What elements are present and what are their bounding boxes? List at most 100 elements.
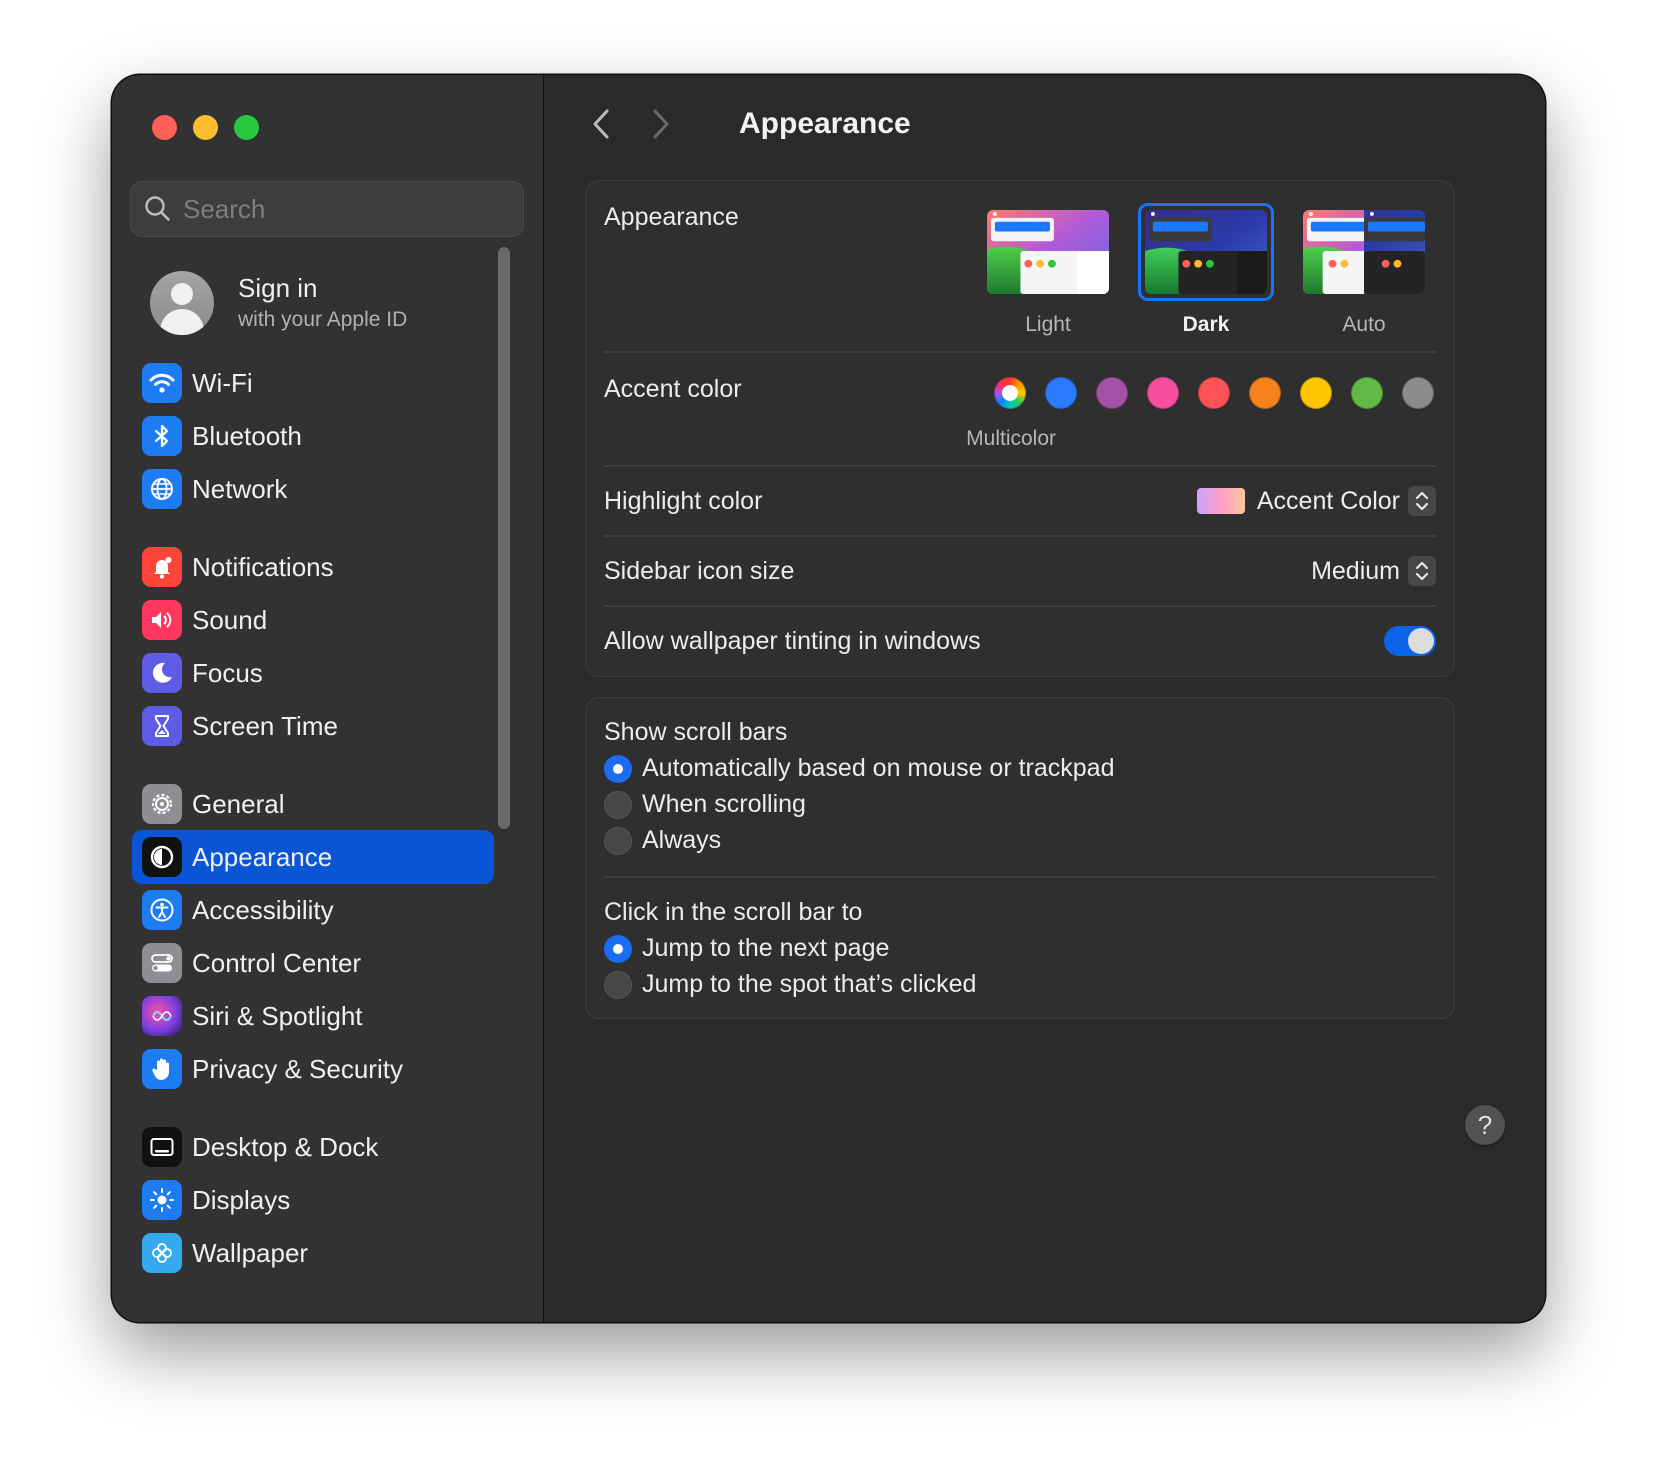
sidebar-item-label: Notifications (192, 551, 334, 582)
settings-window: Sign in with your Apple ID Wi-Fi Bluetoo… (112, 75, 1545, 1322)
dock-icon (142, 1127, 182, 1167)
bell-icon (142, 547, 182, 587)
accent-swatch-purple[interactable] (1096, 377, 1128, 409)
main-pane: Appearance Appearance Light Dark Auto Ac… (545, 75, 1545, 1322)
chevron-up-down-icon (1408, 486, 1436, 516)
search-input[interactable] (183, 193, 503, 225)
radio-button[interactable] (604, 790, 632, 819)
sidebar-item-notifications[interactable]: Notifications (132, 540, 494, 594)
sidebar-item-label: Accessibility (192, 894, 334, 925)
radio-button[interactable] (604, 934, 632, 963)
radio-label: Automatically based on mouse or trackpad (642, 754, 1115, 782)
sidebar-item-general[interactable]: General (132, 777, 494, 831)
sidebar-scrollbar[interactable] (498, 247, 510, 829)
accent-swatch-graphite[interactable] (1402, 377, 1434, 409)
radio-scroll-automatic[interactable]: Automatically based on mouse or trackpad (604, 754, 1114, 783)
appearance-option-dark[interactable]: Dark (1138, 203, 1274, 337)
apple-id-account[interactable]: Sign in with your Apple ID (150, 271, 407, 335)
wallpaper-tinting-toggle[interactable] (1384, 626, 1436, 656)
radio-button[interactable] (604, 826, 632, 855)
highlight-color-preview (1196, 488, 1245, 514)
accent-swatch-multicolor[interactable] (994, 377, 1026, 409)
accent-swatch-pink[interactable] (1147, 377, 1179, 409)
appearance-option-light[interactable]: Light (980, 203, 1116, 337)
sidebar-item-label: Network (192, 473, 288, 504)
chevron-up-down-icon (1408, 556, 1436, 586)
help-button[interactable]: ? (1465, 1105, 1505, 1145)
appearance-options: Light Dark Auto (980, 203, 1432, 337)
accessibility-icon (142, 890, 182, 930)
sidebar-item-accessibility[interactable]: Accessibility (132, 883, 494, 937)
sidebar-item-displays[interactable]: Displays (132, 1173, 494, 1227)
dark-preview-image (1145, 210, 1267, 294)
minimize-button[interactable] (193, 115, 218, 140)
sidebar-item-desktop-dock[interactable]: Desktop & Dock (132, 1120, 494, 1174)
sidebar-item-label: Appearance (192, 841, 333, 872)
radio-scroll-always[interactable]: Always (604, 826, 721, 855)
avatar (150, 271, 214, 335)
back-button[interactable] (581, 104, 621, 144)
divider (604, 465, 1436, 467)
sidebar-item-label: Displays (192, 1184, 291, 1215)
sidebar-item-focus[interactable]: Focus (132, 646, 494, 700)
divider (604, 605, 1436, 607)
sidebar-item-siri-spotlight[interactable]: Siri & Spotlight (132, 989, 494, 1043)
forward-button[interactable] (641, 104, 681, 144)
sidebar-item-label: General (192, 788, 285, 819)
appearance-option-auto[interactable]: Auto (1296, 203, 1432, 337)
sidebar-item-label: Wi-Fi (192, 367, 253, 398)
radio-jump-next-page[interactable]: Jump to the next page (604, 934, 889, 963)
click-scroll-bar-title: Click in the scroll bar to (604, 898, 863, 926)
highlight-color-label: Highlight color (604, 487, 763, 515)
search-field[interactable] (130, 181, 524, 237)
close-button[interactable] (152, 115, 177, 140)
appearance-option-label: Auto (1342, 313, 1386, 336)
appearance-option-label: Light (1025, 313, 1071, 336)
appearance-icon (142, 837, 182, 877)
sidebar-item-wifi[interactable]: Wi-Fi (132, 356, 494, 410)
sidebar-item-screen-time[interactable]: Screen Time (132, 699, 494, 753)
light-preview-image (987, 210, 1109, 294)
sidebar-item-network[interactable]: Network (132, 462, 494, 516)
accent-color-swatches (994, 377, 1434, 409)
hand-icon (142, 1049, 182, 1089)
bluetooth-icon (142, 416, 182, 456)
speaker-icon (142, 600, 182, 640)
sidebar-item-control-center[interactable]: Control Center (132, 936, 494, 990)
auto-preview-image (1303, 210, 1425, 294)
accent-swatch-blue[interactable] (1045, 377, 1077, 409)
flower-icon (142, 1233, 182, 1273)
search-icon (145, 196, 170, 221)
accent-swatch-green[interactable] (1351, 377, 1383, 409)
wallpaper-tinting-row: Allow wallpaper tinting in windows (604, 621, 1436, 661)
radio-jump-to-spot[interactable]: Jump to the spot that’s clicked (604, 970, 976, 999)
appearance-settings-group: Appearance Light Dark Auto Accent color … (585, 180, 1455, 677)
accent-swatch-yellow[interactable] (1300, 377, 1332, 409)
sidebar-item-label: Focus (192, 657, 263, 688)
radio-label: Jump to the spot that’s clicked (642, 970, 977, 998)
sidebar-item-bluetooth[interactable]: Bluetooth (132, 409, 494, 463)
radio-button[interactable] (604, 754, 632, 783)
accent-color-label: Accent color (604, 375, 742, 403)
radio-label: Always (642, 826, 722, 854)
sidebar-item-sound[interactable]: Sound (132, 593, 494, 647)
highlight-color-popup[interactable]: Accent Color (1196, 486, 1436, 516)
sidebar-item-label: Siri & Spotlight (192, 1000, 363, 1031)
sidebar-icon-size-popup[interactable]: Medium (1311, 556, 1436, 586)
radio-scroll-when-scrolling[interactable]: When scrolling (604, 790, 806, 819)
accent-selected-caption: Multicolor (966, 427, 1056, 450)
sidebar-item-label: Desktop & Dock (192, 1131, 379, 1162)
sidebar-item-appearance[interactable]: Appearance (132, 830, 494, 884)
sun-icon (142, 1180, 182, 1220)
siri-icon (142, 996, 182, 1036)
sidebar-item-wallpaper[interactable]: Wallpaper (132, 1226, 494, 1280)
wifi-icon (142, 363, 182, 403)
accent-swatch-red[interactable] (1198, 377, 1230, 409)
sidebar-icon-size-value: Medium (1311, 556, 1400, 585)
radio-button[interactable] (604, 970, 632, 999)
accent-swatch-orange[interactable] (1249, 377, 1281, 409)
zoom-button[interactable] (234, 115, 259, 140)
wallpaper-tinting-label: Allow wallpaper tinting in windows (604, 627, 981, 655)
sidebar-item-label: Control Center (192, 947, 362, 978)
sidebar-item-privacy-security[interactable]: Privacy & Security (132, 1042, 494, 1096)
